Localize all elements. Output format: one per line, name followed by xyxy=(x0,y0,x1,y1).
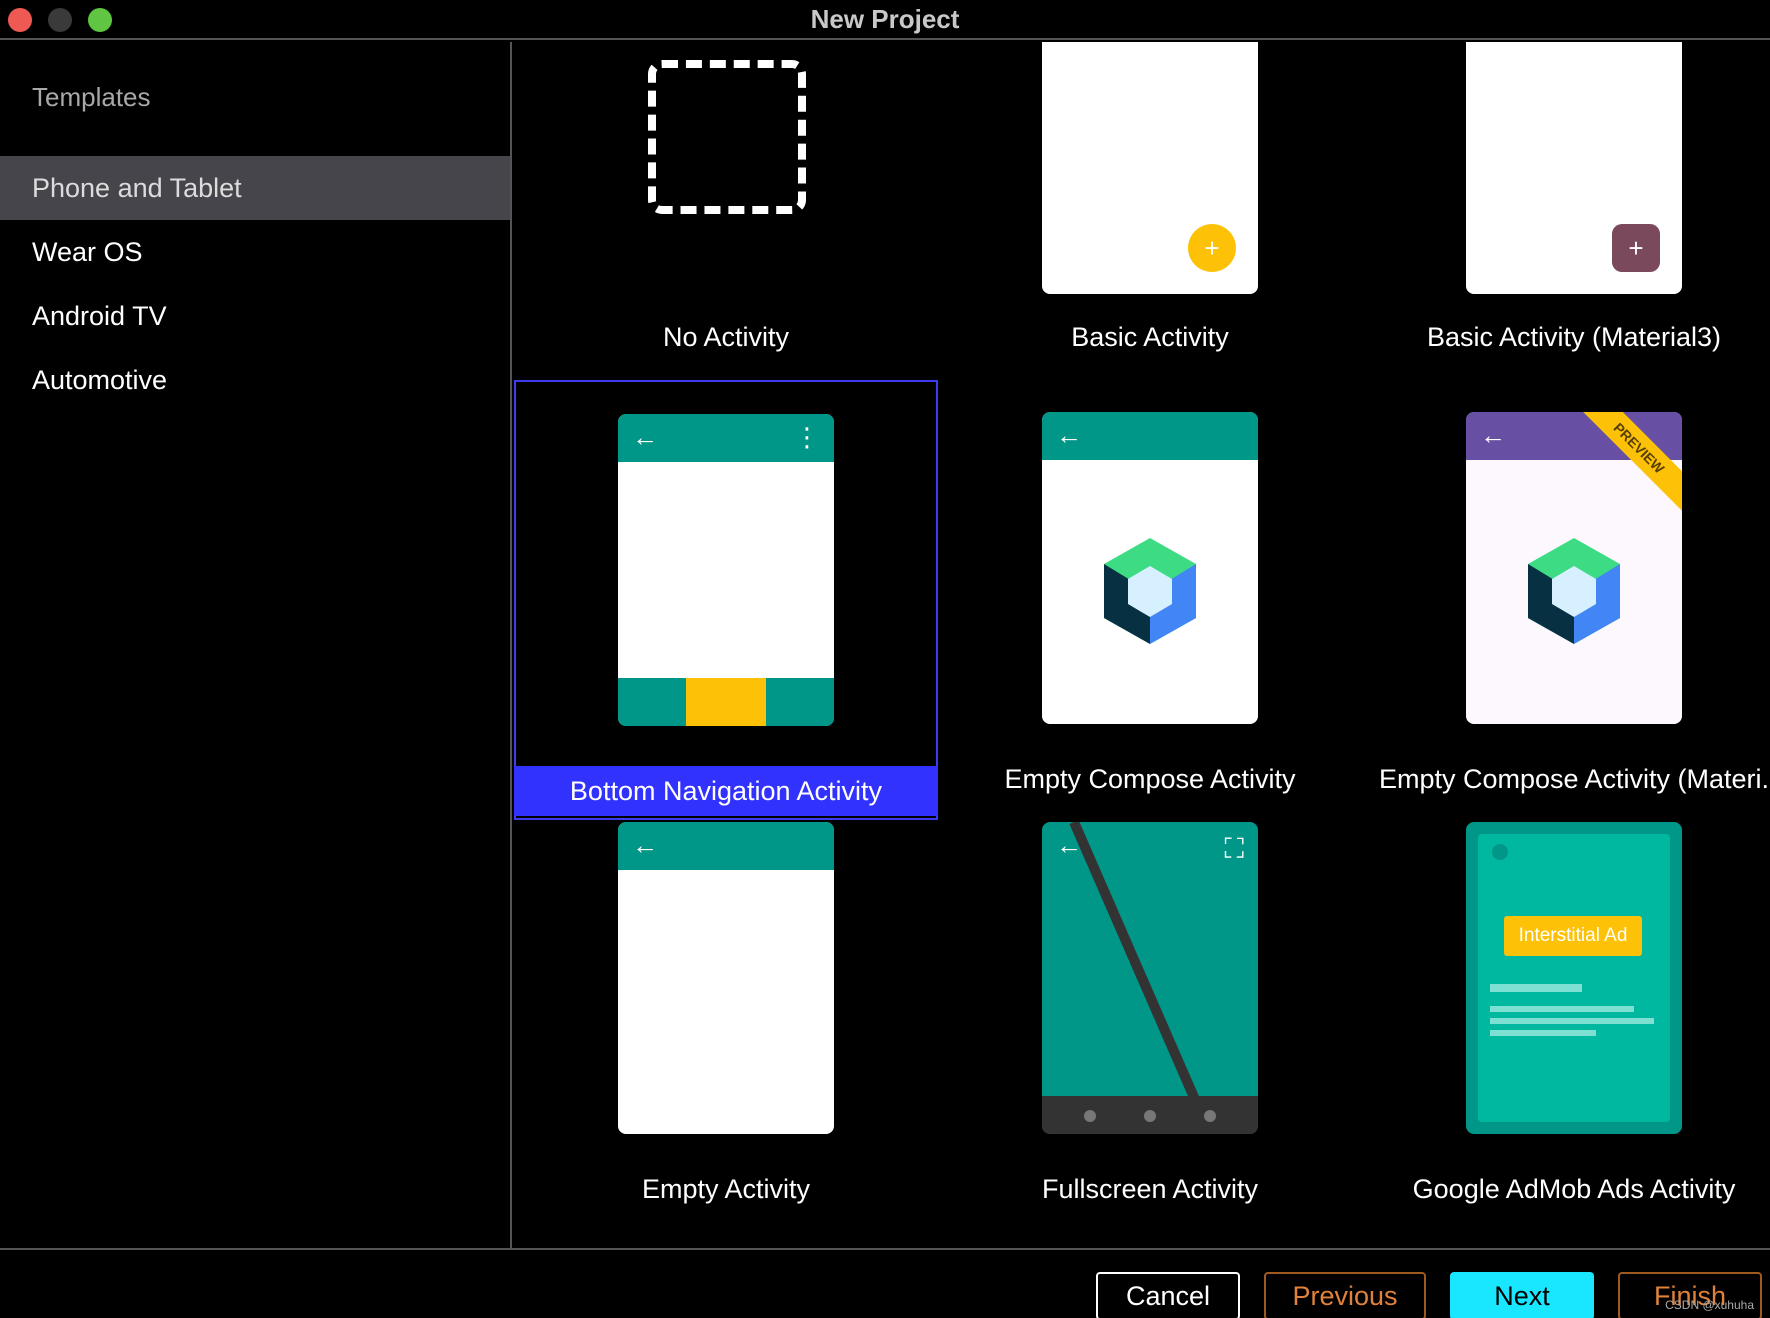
title-bar: New Project xyxy=(0,0,1770,40)
template-preview: ← ⛶ xyxy=(1042,822,1258,1134)
fab-plus-icon: + xyxy=(1188,224,1236,272)
back-arrow-icon: ← xyxy=(632,422,658,452)
sidebar-item-wear-os[interactable]: Wear OS xyxy=(0,220,510,284)
sidebar-item-automotive[interactable]: Automotive xyxy=(0,348,510,412)
template-label: Google AdMob Ads Activity xyxy=(1412,1174,1736,1204)
cancel-button[interactable]: Cancel xyxy=(1096,1272,1240,1318)
template-card-empty-compose-activity[interactable]: ← Empty Compose Activity xyxy=(938,382,1362,822)
previous-button[interactable]: Previous xyxy=(1264,1272,1426,1318)
bottom-nav-bar xyxy=(618,678,834,726)
sidebar-item-phone-and-tablet[interactable]: Phone and Tablet xyxy=(0,156,510,220)
template-label: Fullscreen Activity xyxy=(1041,1174,1259,1204)
diagonal-stripe-icon xyxy=(1069,822,1215,1134)
template-grid: No Activity + Basic Activity + Basic Act… xyxy=(514,42,1770,1248)
template-preview: ← ⋮ xyxy=(618,414,834,726)
back-arrow-icon: ← xyxy=(1480,420,1506,450)
template-card-no-activity[interactable]: No Activity xyxy=(514,42,938,422)
template-label: Empty Compose Activity (Materi. xyxy=(1378,764,1770,794)
back-arrow-icon: ← xyxy=(1056,420,1082,450)
template-label: Bottom Navigation Activity xyxy=(514,766,938,816)
system-nav-bar xyxy=(1042,1096,1258,1134)
template-label: Empty Activity xyxy=(641,1174,811,1204)
ad-close-dot-icon xyxy=(1492,844,1508,860)
jetpack-compose-logo-icon xyxy=(1528,538,1620,644)
nav-dot-icon xyxy=(1144,1110,1156,1122)
template-label: Empty Compose Activity xyxy=(1004,764,1296,794)
template-card-empty-compose-activity-material3[interactable]: ← PREVIEW Empty Compose Activity (Materi… xyxy=(1362,382,1770,822)
nav-dot-icon xyxy=(1084,1110,1096,1122)
text-line xyxy=(1490,1030,1596,1036)
template-preview: ← PREVIEW xyxy=(1466,412,1682,724)
dashed-placeholder-icon xyxy=(648,60,806,214)
back-arrow-icon: ← xyxy=(1056,830,1082,860)
templates-sidebar: Templates Phone and Tablet Wear OS Andro… xyxy=(0,42,512,1248)
active-tab-indicator xyxy=(686,678,766,726)
interstitial-ad-badge: Interstitial Ad xyxy=(1504,916,1642,956)
template-card-fullscreen-activity[interactable]: ← ⛶ Fullscreen Activity xyxy=(938,822,1362,1248)
next-button[interactable]: Next xyxy=(1450,1272,1594,1318)
back-arrow-icon: ← xyxy=(632,830,658,860)
window-title: New Project xyxy=(810,4,960,34)
template-preview: + xyxy=(1042,42,1258,294)
dialog-footer: Cancel Previous Next Finish CSDN @xuhuha xyxy=(0,1248,1770,1318)
nav-dot-icon xyxy=(1204,1110,1216,1122)
text-line xyxy=(1490,1018,1654,1024)
sidebar-header: Templates xyxy=(32,82,151,112)
text-line xyxy=(1490,984,1582,992)
more-vert-icon: ⋮ xyxy=(794,422,820,452)
jetpack-compose-logo-icon xyxy=(1104,538,1196,644)
template-preview: Interstitial Ad xyxy=(1466,822,1682,1134)
template-label: Basic Activity xyxy=(1071,322,1229,352)
template-label: Basic Activity (Material3) xyxy=(1426,322,1722,352)
watermark: CSDN @xuhuha xyxy=(1665,1298,1754,1312)
template-label: No Activity xyxy=(662,322,790,352)
template-card-google-admob-ads-activity[interactable]: Interstitial Ad Google AdMob Ads Activit… xyxy=(1362,822,1770,1248)
sidebar-item-android-tv[interactable]: Android TV xyxy=(0,284,510,348)
text-line xyxy=(1490,1006,1634,1012)
fullscreen-expand-icon: ⛶ xyxy=(1224,833,1244,864)
app-bar: ← xyxy=(1042,412,1258,460)
app-bar: ← xyxy=(618,822,834,870)
template-card-bottom-navigation-activity[interactable]: ← ⋮ Bottom Navigation Activity xyxy=(514,380,938,820)
template-preview: ← xyxy=(1042,412,1258,724)
app-bar: ← ⋮ xyxy=(618,414,834,462)
fab-plus-icon: + xyxy=(1612,224,1660,272)
interstitial-panel: Interstitial Ad xyxy=(1478,834,1670,1122)
template-preview: ← xyxy=(618,822,834,1134)
template-preview: + xyxy=(1466,42,1682,294)
template-card-basic-activity-material3[interactable]: + Basic Activity (Material3) xyxy=(1362,42,1770,422)
template-card-basic-activity[interactable]: + Basic Activity xyxy=(938,42,1362,422)
template-card-empty-activity[interactable]: ← Empty Activity xyxy=(514,822,938,1248)
